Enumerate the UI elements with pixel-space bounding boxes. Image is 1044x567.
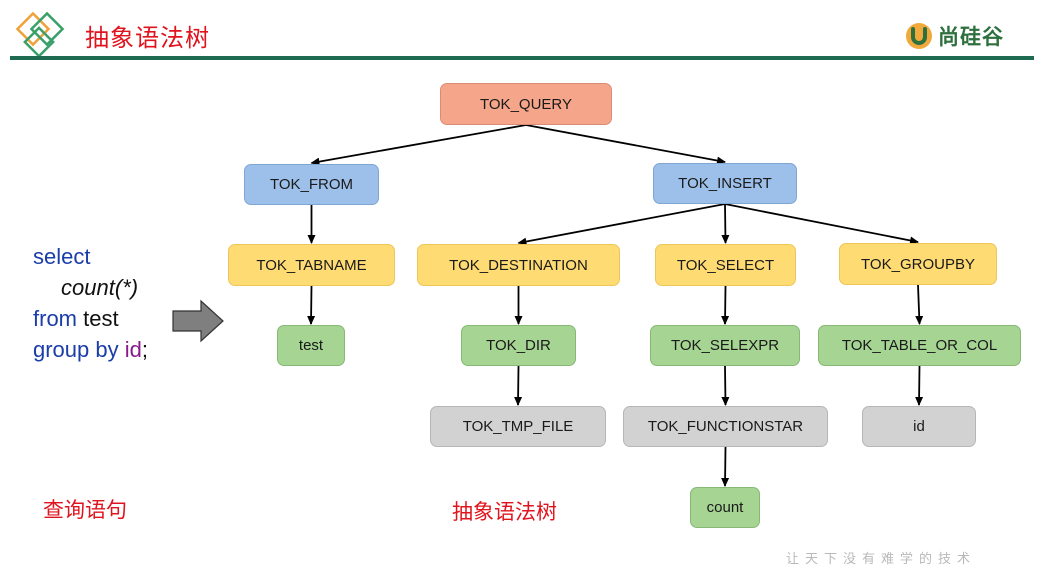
tree-node-tok-functionstar: TOK_FUNCTIONSTAR (623, 406, 828, 447)
sql-query: select count(*) from test group by id; (33, 241, 148, 365)
group-column: id (124, 337, 142, 362)
tree-node-tok-table-or-col: TOK_TABLE_OR_COL (818, 325, 1021, 366)
right-arrow-icon (172, 299, 224, 343)
query-line-count: count(*) (33, 272, 148, 303)
tree-caption: 抽象语法树 (452, 500, 557, 524)
edge-tok-query-to-tok-from (310, 124, 527, 166)
edge-tok-groupby-to-tok-table-or-col (915, 284, 924, 325)
terminator: ; (141, 337, 148, 362)
edge-tok-selexpr-to-tok-functionstar (721, 365, 730, 406)
tree-node-tok-select: TOK_SELECT (655, 244, 796, 286)
footer-watermark: 让天下没有难学的技术 (786, 552, 977, 567)
query-caption: 查询语句 (43, 498, 127, 522)
edge-tok-functionstar-to-count (721, 446, 730, 487)
tree-node-tok-from: TOK_FROM (244, 164, 379, 205)
tree-node-tok-groupby: TOK_GROUPBY (839, 243, 997, 285)
edge-tok-tabname-to-test (307, 285, 316, 325)
edge-tok-query-to-tok-insert (525, 124, 726, 165)
tree-node-tok-selexpr: TOK_SELEXPR (650, 325, 800, 366)
edge-tok-dir-to-tok-tmp-file (514, 365, 523, 406)
table-name: test (83, 306, 119, 331)
function-args: (*) (114, 275, 139, 300)
query-line-group-by: group by id; (33, 334, 148, 365)
tree-node-tok-destination: TOK_DESTINATION (417, 244, 620, 286)
tree-node-tok-tmp-file: TOK_TMP_FILE (430, 406, 606, 447)
tree-node-count: count (690, 487, 760, 528)
edge-tok-insert-to-tok-select (721, 203, 730, 244)
edge-tok-insert-to-tok-destination (517, 203, 726, 246)
function-name: count (61, 275, 115, 300)
tree-node-test: test (277, 325, 345, 366)
query-line-select: select (33, 241, 148, 272)
keyword-select: select (33, 244, 91, 269)
tree-node-tok-dir: TOK_DIR (461, 325, 576, 366)
query-line-from: from test (33, 303, 148, 334)
tree-node-id: id (862, 406, 976, 447)
edge-tok-insert-to-tok-groupby (724, 203, 919, 245)
tree-node-tok-insert: TOK_INSERT (653, 163, 797, 204)
keyword-from: from (33, 306, 77, 331)
edge-tok-table-or-col-to-id (915, 365, 924, 406)
tree-node-tok-query: TOK_QUERY (440, 83, 612, 125)
keyword-group-by: group by (33, 337, 119, 362)
tree-node-tok-tabname: TOK_TABNAME (228, 244, 395, 286)
edge-tok-select-to-tok-selexpr (721, 285, 730, 325)
